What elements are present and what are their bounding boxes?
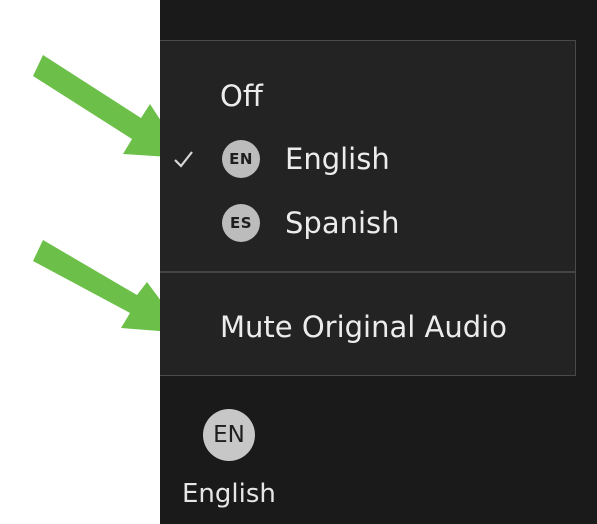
language-badge-es: ES bbox=[222, 204, 260, 242]
menu-item-spanish-label: Spanish bbox=[285, 206, 400, 240]
menu-item-off-label: Off bbox=[220, 79, 263, 113]
menu-item-mute-original-audio[interactable]: Mute Original Audio bbox=[160, 299, 575, 355]
language-menu: Off EN English ES Spanish Mute Original … bbox=[160, 40, 576, 376]
menu-item-english[interactable]: EN English bbox=[160, 131, 575, 187]
language-toolbar-button[interactable]: EN English bbox=[170, 400, 300, 516]
menu-divider bbox=[160, 271, 575, 273]
menu-item-off[interactable]: Off bbox=[160, 68, 575, 124]
language-badge-en: EN bbox=[222, 140, 260, 178]
language-button-label: English bbox=[182, 479, 276, 509]
language-badge-icon: EN bbox=[203, 409, 255, 461]
menu-item-english-label: English bbox=[285, 142, 390, 176]
checkmark-icon bbox=[174, 151, 193, 168]
menu-item-mute-label: Mute Original Audio bbox=[220, 310, 507, 344]
menu-item-spanish[interactable]: ES Spanish bbox=[160, 195, 575, 251]
